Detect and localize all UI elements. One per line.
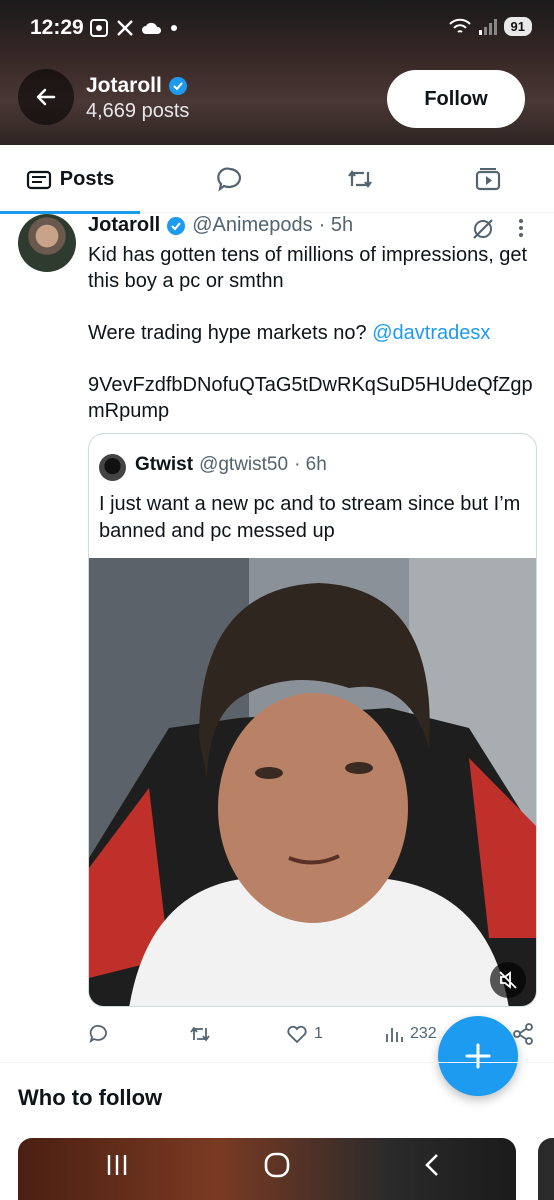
like-count: 1 xyxy=(314,1025,323,1042)
repost-button[interactable] xyxy=(188,1018,212,1050)
dot-icon xyxy=(171,25,177,31)
cloud-icon xyxy=(142,22,162,34)
profile-name-text: Jotaroll xyxy=(86,74,162,97)
profile-name: Jotaroll xyxy=(86,74,188,98)
arrow-left-icon xyxy=(36,88,56,106)
tweet-time: · 5h xyxy=(318,214,354,236)
volume-muted-icon xyxy=(499,971,517,989)
video-icon xyxy=(475,168,501,191)
more-vertical-icon xyxy=(519,219,523,237)
screenshot-icon xyxy=(90,19,108,37)
status-time: 12:29 xyxy=(30,16,84,39)
reply-bubble-icon xyxy=(217,167,242,192)
who-to-follow-title: Who to follow xyxy=(18,1085,163,1110)
nav-recents-button[interactable] xyxy=(103,1152,131,1183)
verified-badge-icon xyxy=(167,216,186,235)
tweet-text-line: 9VevFzdfbDNofuQTaG5tDwRKqSuD5HUdeQfZgpmR… xyxy=(88,374,533,422)
views-count: 232 xyxy=(410,1025,437,1042)
quote-text: I just want a new pc and to stream since… xyxy=(99,493,521,542)
more-options-button[interactable] xyxy=(516,216,526,245)
mute-button[interactable] xyxy=(490,962,526,998)
mention-link[interactable]: @davtradesx xyxy=(372,322,490,344)
nav-home-button[interactable] xyxy=(262,1150,292,1185)
reply-icon xyxy=(89,1025,107,1044)
quoted-tweet[interactable]: Gtwist @gtwist50 · 6h I just want a new … xyxy=(88,433,537,1007)
back-button[interactable] xyxy=(18,69,74,125)
repost-icon xyxy=(190,1026,210,1042)
tweet-text: Kid has gotten tens of millions of impre… xyxy=(88,242,538,424)
chevron-left-icon xyxy=(425,1154,438,1176)
reply-button[interactable] xyxy=(88,1018,110,1050)
profile-header: 12:29 91 Jotaroll 4,669 posts Follow xyxy=(0,0,554,145)
plus-icon xyxy=(465,1043,491,1069)
avatar[interactable] xyxy=(18,214,76,272)
tweet-text-line: Kid has gotten tens of millions of impre… xyxy=(88,244,528,292)
follow-button[interactable]: Follow xyxy=(387,70,525,128)
tweet-text-prefix: Were trading hype markets no? xyxy=(88,322,373,344)
tweet-author-name[interactable]: Jotaroll xyxy=(88,214,160,237)
tweet-header: Jotaroll @Animepods · 5h xyxy=(88,214,353,237)
suggestion-card-next[interactable] xyxy=(538,1138,554,1200)
grok-icon xyxy=(473,219,493,239)
wifi-icon xyxy=(448,18,471,33)
x-logo-icon xyxy=(117,20,133,36)
profile-tabs: Posts xyxy=(0,145,554,214)
home-circle-icon xyxy=(264,1152,290,1178)
tab-media[interactable] xyxy=(458,145,518,213)
status-icons xyxy=(89,18,179,38)
quote-avatar xyxy=(99,454,126,481)
battery-indicator: 91 xyxy=(503,17,532,36)
quote-time: · 6h xyxy=(294,454,327,475)
quote-header: Gtwist @gtwist50 · 6h xyxy=(135,454,327,476)
recents-icon xyxy=(107,1155,127,1175)
status-bar: 12:29 91 xyxy=(0,0,554,60)
quote-video[interactable] xyxy=(89,558,536,1006)
nav-back-button[interactable] xyxy=(420,1152,444,1183)
tab-posts[interactable]: Posts xyxy=(0,145,140,214)
posts-count: 4,669 posts xyxy=(86,100,190,122)
tab-reposts[interactable] xyxy=(330,145,390,213)
video-frame xyxy=(89,558,536,1006)
like-button[interactable]: 1 xyxy=(286,1018,323,1050)
tab-posts-label: Posts xyxy=(59,167,115,190)
repost-icon xyxy=(348,170,372,188)
tab-replies[interactable] xyxy=(200,145,260,213)
heart-icon xyxy=(287,1025,307,1044)
quote-author-name: Gtwist xyxy=(135,454,194,475)
status-right: 91 xyxy=(448,17,532,36)
tweet-text-line: Were trading hype markets no? @davtrades… xyxy=(88,320,538,346)
verified-badge-icon xyxy=(168,77,187,95)
signal-icon xyxy=(478,18,497,35)
posts-icon xyxy=(26,170,51,190)
section-divider xyxy=(0,1062,554,1063)
views-chart-icon xyxy=(386,1028,403,1042)
quote-author-handle: @gtwist50 xyxy=(199,454,289,475)
tweet-author-handle[interactable]: @Animepods xyxy=(192,214,312,237)
views-button[interactable]: 232 xyxy=(384,1018,437,1050)
compose-button[interactable] xyxy=(438,1016,518,1096)
